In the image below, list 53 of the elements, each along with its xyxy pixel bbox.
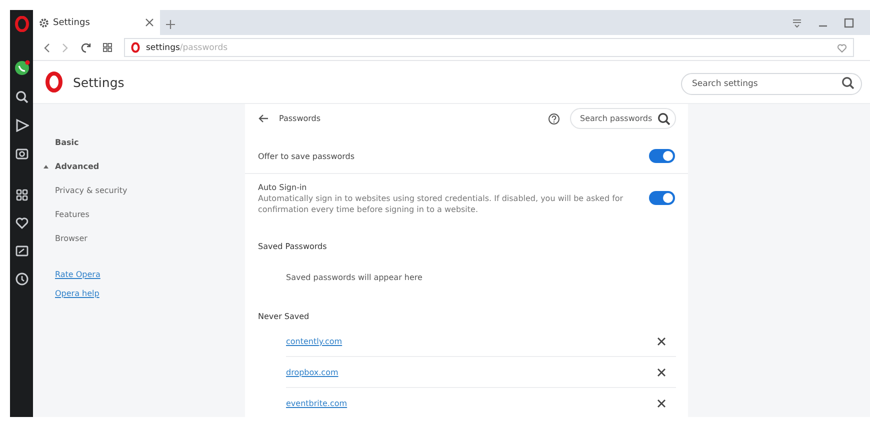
setting-label: Auto Sign-in xyxy=(258,182,308,192)
site-link[interactable]: contently.com xyxy=(286,336,342,346)
site-link[interactable]: dropbox.com xyxy=(286,368,338,376)
grid-icon[interactable] xyxy=(103,43,112,52)
chat-app-icon[interactable] xyxy=(14,60,30,76)
search-icon[interactable] xyxy=(841,76,854,88)
remove-icon[interactable] xyxy=(657,398,666,408)
search-icon[interactable] xyxy=(14,90,28,104)
help-icon[interactable] xyxy=(548,112,560,124)
back-icon[interactable] xyxy=(43,42,50,52)
nav-item[interactable]: Features xyxy=(55,210,90,218)
section-heading: Never Saved xyxy=(257,312,310,321)
site-link[interactable]: eventbrite.com xyxy=(286,398,348,408)
opera-logo-icon xyxy=(45,71,63,93)
nav-item[interactable]: Basic xyxy=(55,138,79,146)
section-heading: Saved Passwords xyxy=(257,242,328,251)
setting-label: Offer to save passwords xyxy=(258,150,356,162)
search-icon[interactable] xyxy=(657,112,670,125)
tab-menu-icon[interactable] xyxy=(792,18,802,28)
search-field[interactable]: Search settings xyxy=(681,73,862,95)
news-icon[interactable] xyxy=(14,244,28,258)
new-tab-icon[interactable] xyxy=(166,20,175,29)
nav-link[interactable]: Rate Opera xyxy=(55,270,100,279)
opera-logo-icon[interactable] xyxy=(14,16,28,32)
toggle-switch[interactable] xyxy=(649,191,675,205)
url-host: settings xyxy=(146,42,180,52)
nav-item[interactable]: Browser xyxy=(55,234,88,242)
clock-icon[interactable] xyxy=(14,272,28,286)
setting-description: Automatically sign in to websites using stored credentials. If disabled, you will be asked for confirmation every time before signing in to a website. xyxy=(258,192,624,214)
close-icon[interactable] xyxy=(145,18,154,27)
search-field[interactable]: Search passwords xyxy=(570,108,676,129)
back-arrow-icon[interactable] xyxy=(258,114,269,123)
send-icon[interactable] xyxy=(14,118,28,132)
nav-link[interactable]: Opera help xyxy=(55,289,100,298)
grid-icon[interactable] xyxy=(14,188,28,202)
nav-item[interactable]: Privacy & security xyxy=(55,186,128,194)
caret-icon[interactable] xyxy=(43,164,49,168)
heart-icon[interactable] xyxy=(14,216,28,230)
gear-icon xyxy=(39,18,49,28)
section-title: Passwords xyxy=(279,114,321,123)
reload-icon[interactable] xyxy=(81,42,91,52)
settings-tab[interactable]: Settings xyxy=(33,10,160,35)
remove-icon[interactable] xyxy=(657,336,666,346)
opera-logo-icon xyxy=(131,42,140,53)
maximize-icon[interactable] xyxy=(844,18,854,28)
address-field[interactable]: settings/passwords xyxy=(124,38,854,57)
url-path: /passwords xyxy=(180,42,228,52)
empty-message: Saved passwords will appear here xyxy=(285,272,424,282)
nav-item[interactable]: Advanced xyxy=(55,162,100,170)
remove-icon[interactable] xyxy=(657,368,666,376)
camera-icon[interactable] xyxy=(14,146,28,160)
page-title: Settings xyxy=(73,74,124,90)
toggle-switch[interactable] xyxy=(649,149,675,163)
